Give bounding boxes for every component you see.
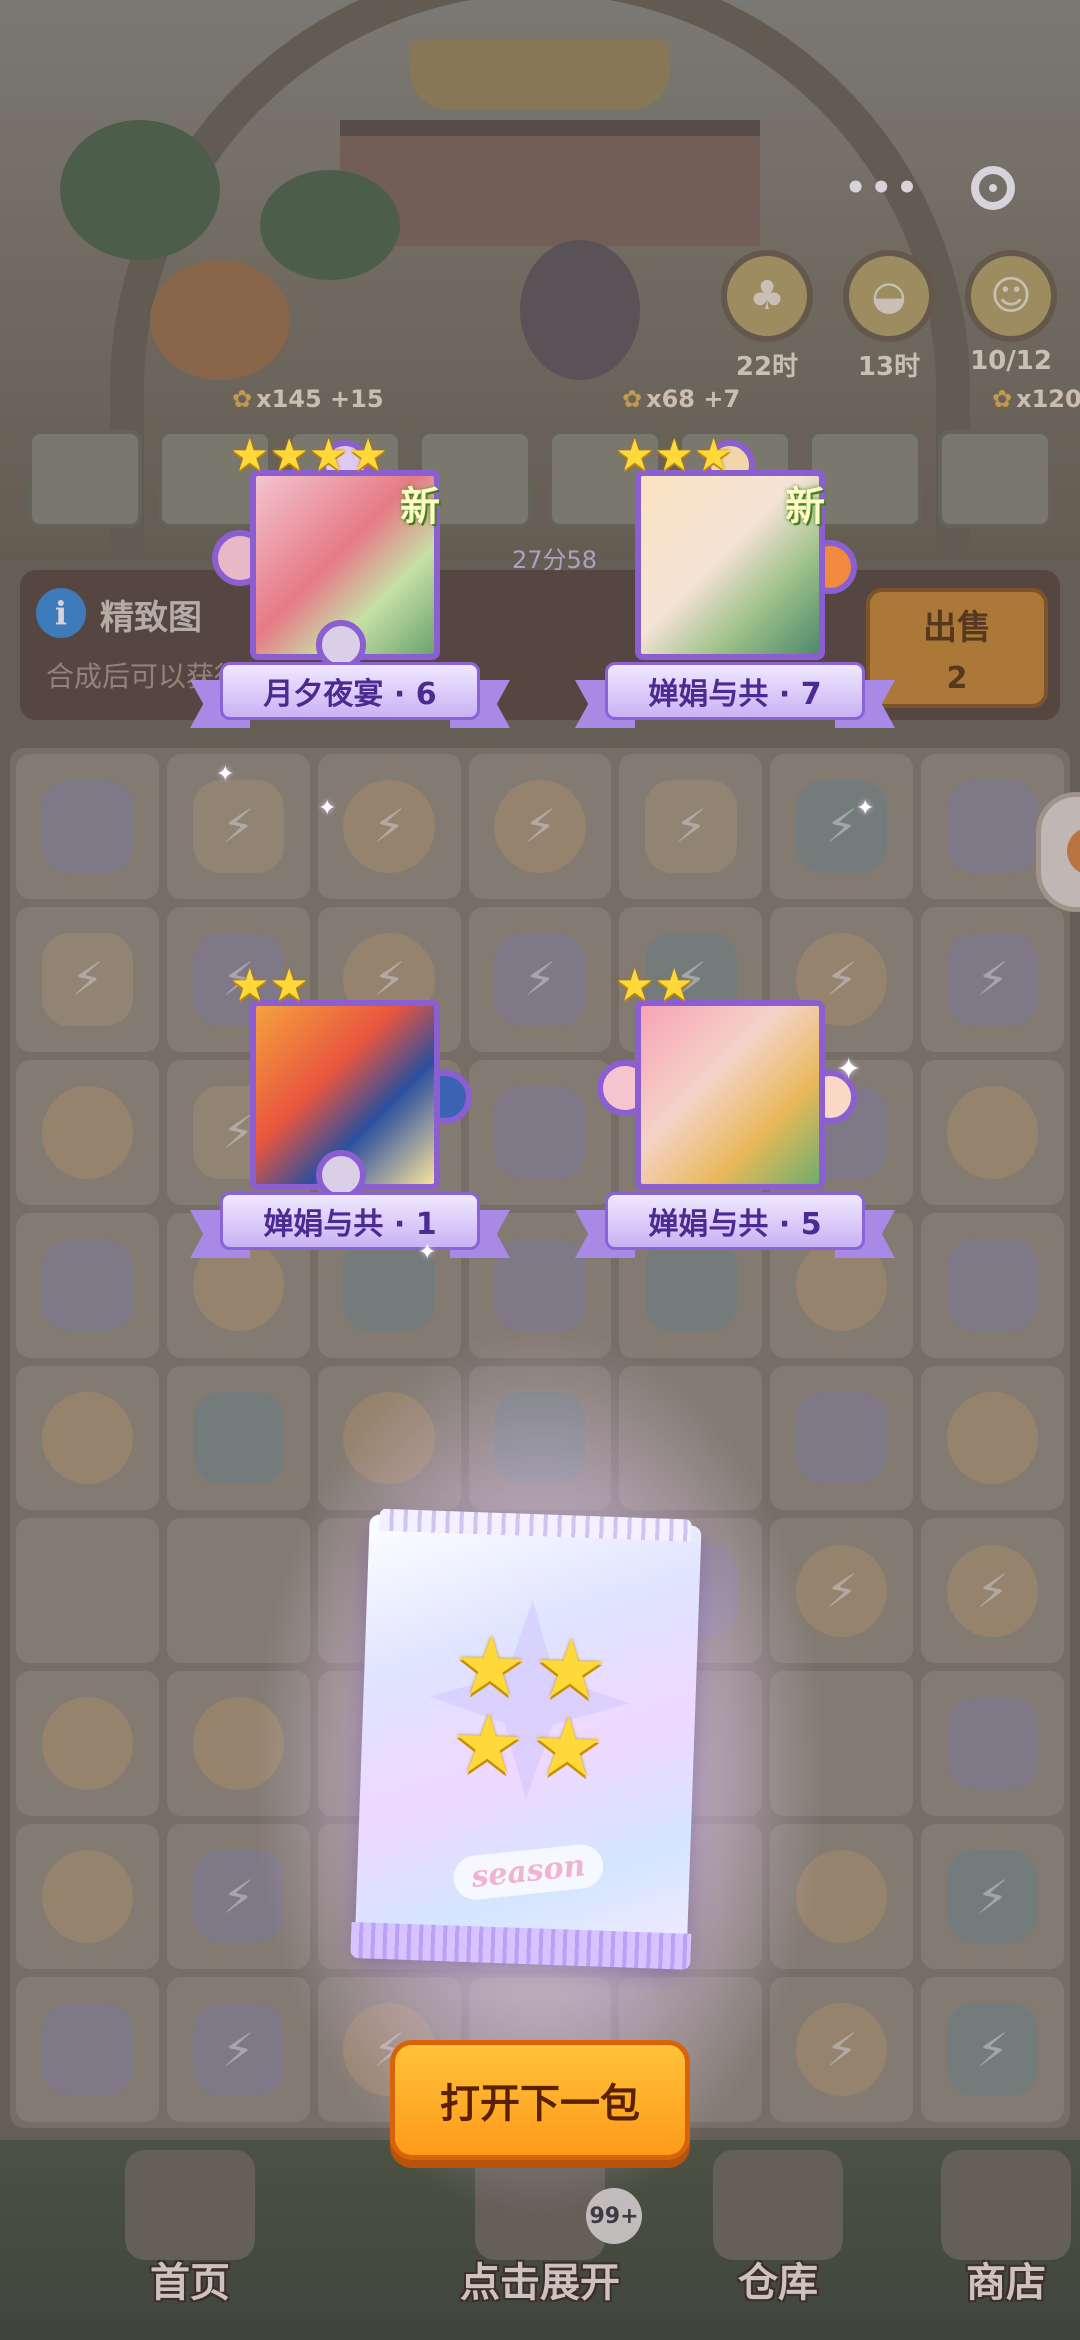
- puzzle-card[interactable]: ★★ 婵娟与共 · 5: [575, 960, 895, 1290]
- new-badge: 新: [400, 484, 440, 530]
- rarity-stars: ★★★★: [230, 430, 388, 481]
- puzzle-card[interactable]: ★★★ 新 婵娟与共 · 7: [575, 430, 895, 760]
- rarity-stars: ★★★: [615, 430, 734, 481]
- sparkle-icon: ✦: [318, 796, 337, 821]
- open-next-pack-button[interactable]: 打开下一包: [390, 2040, 690, 2160]
- card-name: 婵娟与共 · 1: [220, 1192, 480, 1250]
- puzzle-card[interactable]: ★★ 婵娟与共 · 1: [190, 960, 510, 1290]
- card-pack[interactable]: ★ ★ ★ ★ season: [350, 1508, 702, 1970]
- sparkle-icon: ✦: [856, 796, 875, 821]
- sparkle-icon: ✦: [836, 1052, 862, 1087]
- card-name: 婵娟与共 · 5: [605, 1192, 865, 1250]
- card-name: 婵娟与共 · 7: [605, 662, 865, 720]
- puzzle-art: [635, 1000, 825, 1190]
- puzzle-card[interactable]: ★★★★ 新 月夕夜宴 · 6: [190, 430, 510, 760]
- sparkle-icon: ✦: [418, 1240, 437, 1265]
- new-badge: 新: [785, 484, 825, 530]
- card-name: 月夕夜宴 · 6: [220, 662, 480, 720]
- card-ribbon: 婵娟与共 · 5: [575, 1186, 895, 1262]
- rarity-stars: ★★: [230, 960, 309, 1011]
- card-ribbon: 月夕夜宴 · 6: [190, 656, 510, 732]
- pack-rarity-stars: ★ ★ ★ ★: [449, 1618, 609, 1797]
- card-ribbon: 婵娟与共 · 7: [575, 656, 895, 732]
- sparkle-icon: ✦: [216, 762, 235, 787]
- card-ribbon: 婵娟与共 · 1: [190, 1186, 510, 1262]
- rarity-stars: ★★: [615, 960, 694, 1011]
